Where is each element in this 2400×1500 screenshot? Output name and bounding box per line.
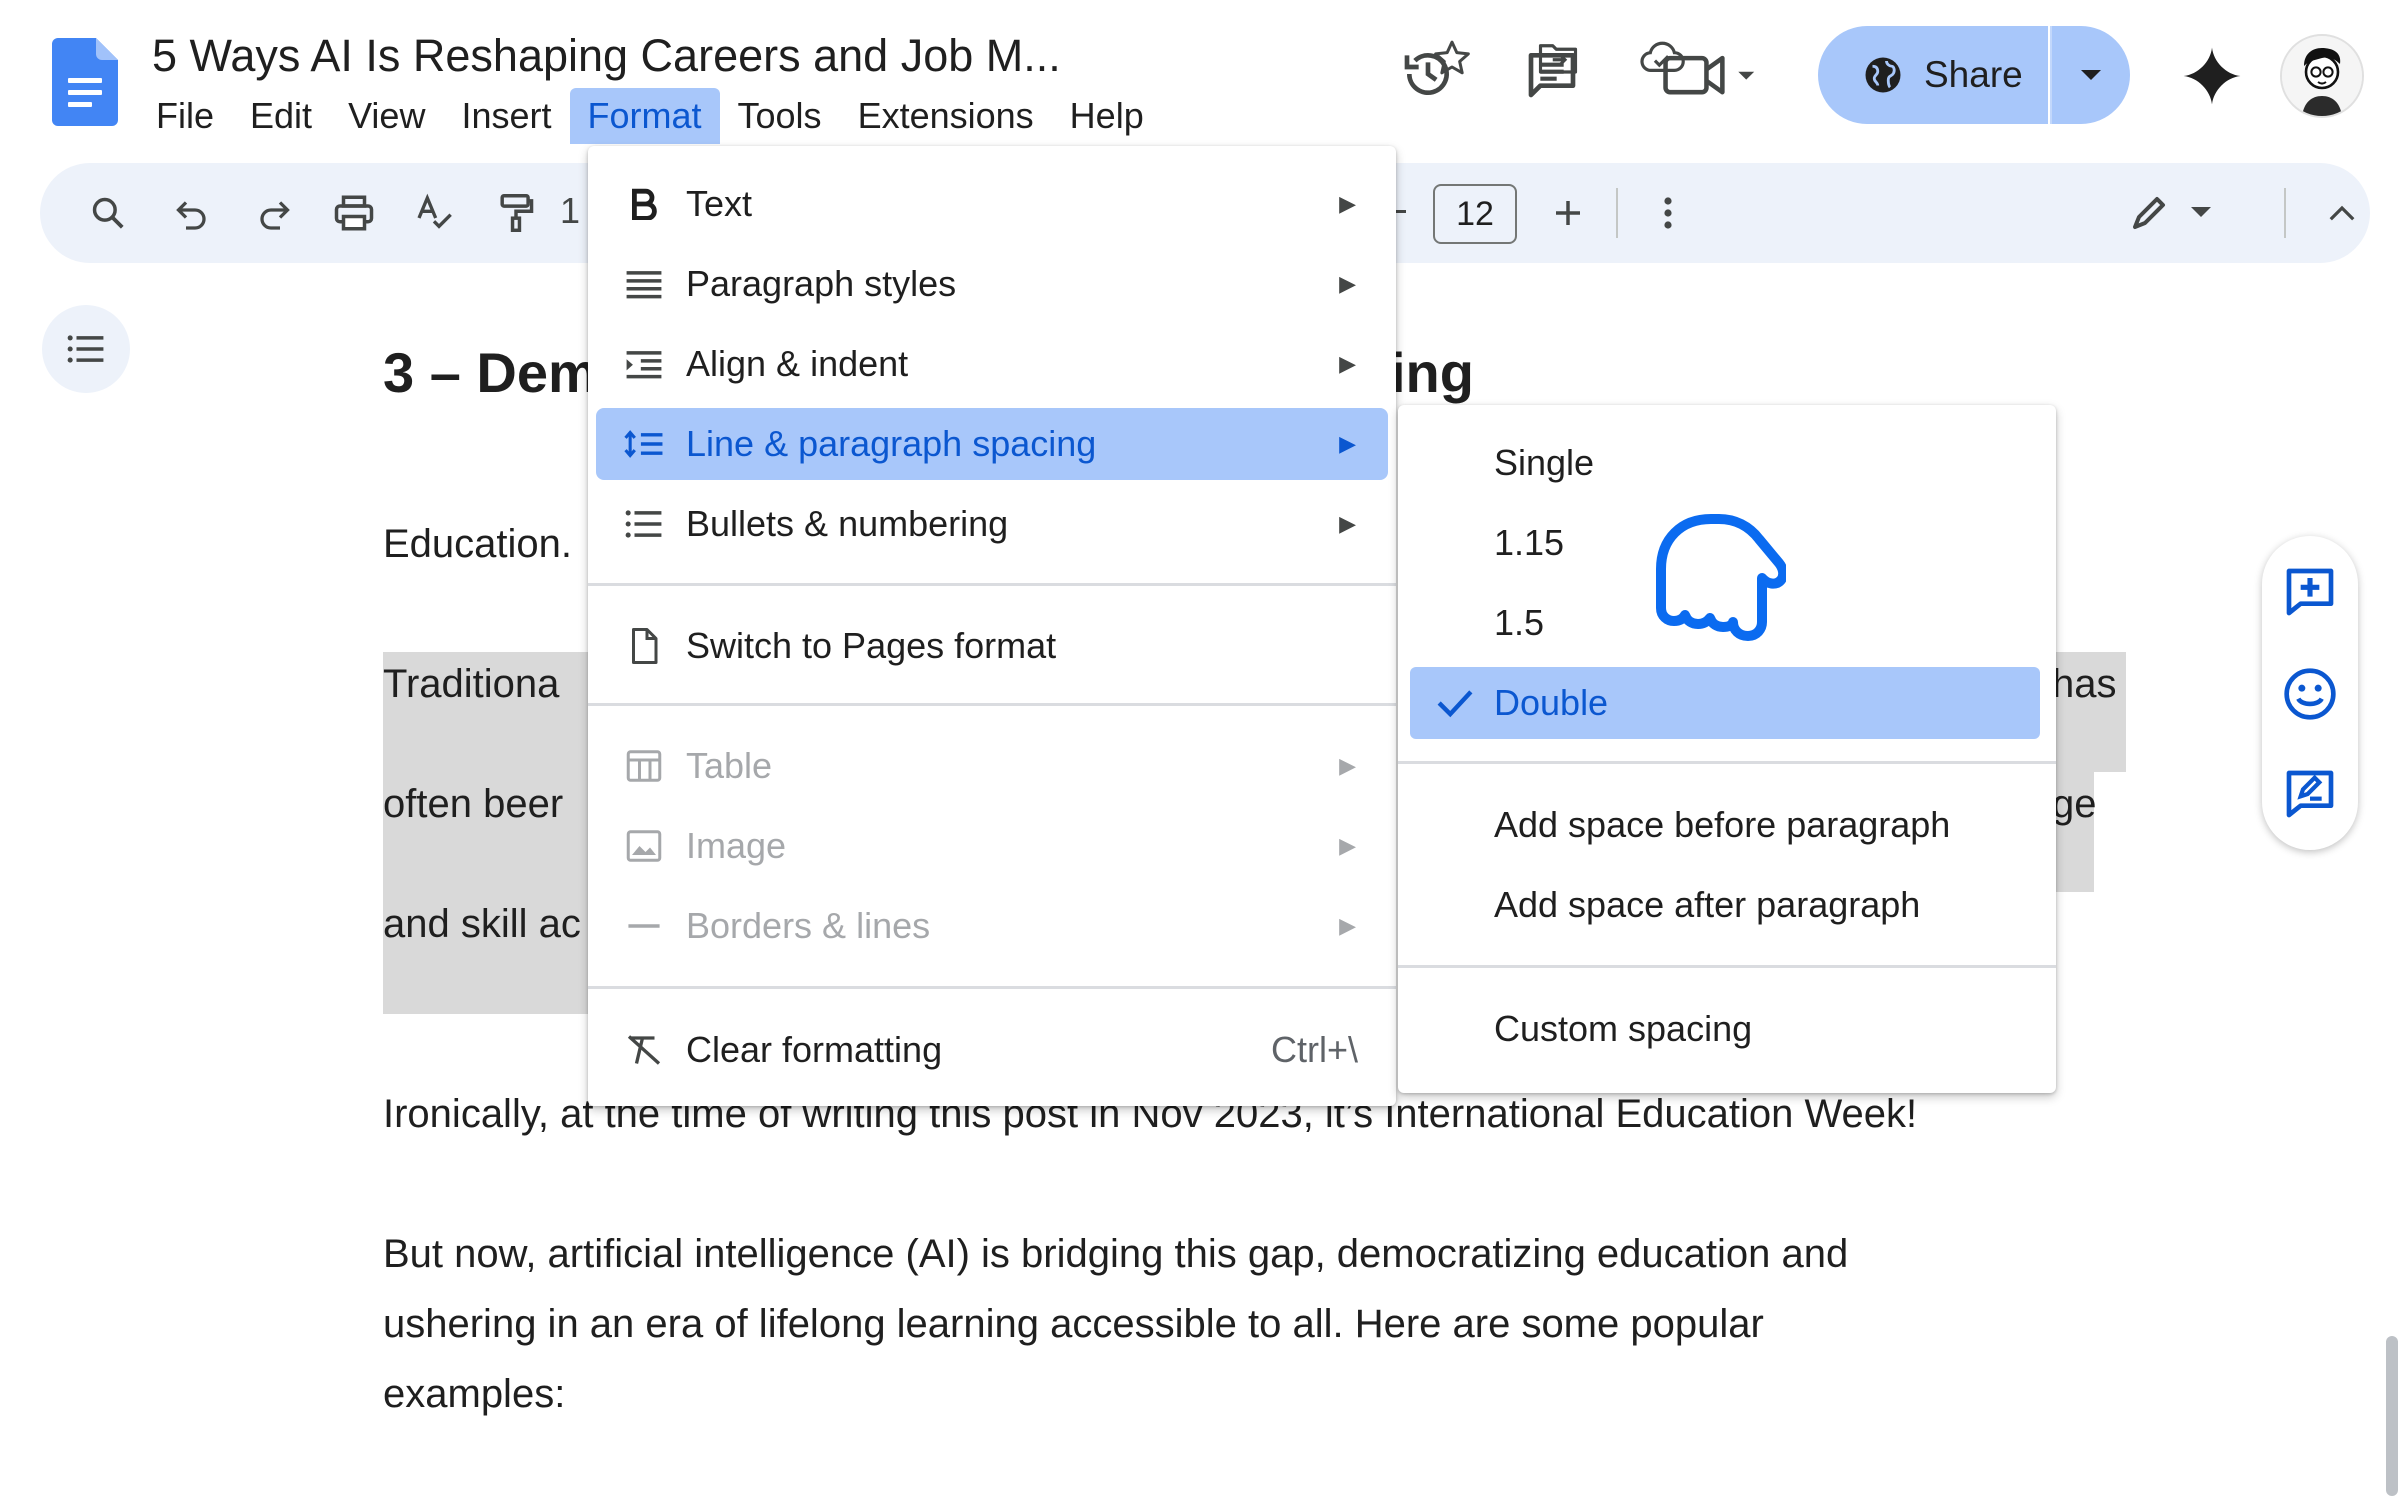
add-space-after[interactable]: Add space after paragraph — [1398, 869, 2056, 941]
line-spacing-icon — [622, 422, 666, 466]
suggest-edits-icon[interactable] — [2280, 764, 2340, 824]
toolbar-separator — [2284, 188, 2286, 238]
menu-item-line-paragraph-spacing[interactable]: Line & paragraph spacing ▶ — [596, 408, 1388, 480]
menu-tools[interactable]: Tools — [720, 88, 840, 144]
share-options-button[interactable] — [2050, 26, 2130, 124]
submenu-arrow-icon: ▶ — [1339, 271, 1356, 296]
menu-extensions[interactable]: Extensions — [840, 88, 1052, 144]
spacing-double[interactable]: Double — [1410, 667, 2040, 739]
menu-item-switch-pages[interactable]: Switch to Pages format — [588, 610, 1396, 682]
outline-list-icon — [67, 335, 104, 363]
paint-format-icon[interactable] — [484, 181, 548, 245]
highlighted-line-1-end: has — [2052, 662, 2117, 706]
docs-logo-icon[interactable] — [52, 38, 118, 126]
submenu-arrow-icon: ▶ — [1339, 351, 1356, 376]
menu-item-bullets-numbering[interactable]: Bullets & numbering ▶ — [588, 488, 1396, 560]
menu-item-table[interactable]: Table ▶ — [588, 730, 1396, 802]
emoji-reaction-icon[interactable] — [2280, 664, 2340, 724]
image-icon — [622, 824, 666, 868]
font-size-input[interactable]: 12 — [1433, 184, 1517, 244]
undo-icon[interactable] — [160, 181, 224, 245]
submenu-divider — [1398, 761, 2056, 764]
add-space-before[interactable]: Add space before paragraph — [1398, 789, 2056, 861]
toolbar-partial-zoom[interactable]: 1 — [560, 190, 580, 232]
meet-camera-icon[interactable] — [1656, 38, 1766, 110]
menu-help[interactable]: Help — [1052, 88, 1162, 144]
paragraph-education: Education. — [383, 522, 573, 566]
editing-mode-icon[interactable] — [2124, 181, 2234, 245]
document-outline-button[interactable] — [42, 305, 130, 393]
menu-divider — [588, 703, 1396, 706]
menu-item-clear-formatting[interactable]: Clear formatting Ctrl+\ — [588, 1014, 1396, 1086]
share-label: Share — [1924, 54, 2023, 95]
add-comment-icon[interactable] — [2280, 562, 2340, 622]
menu-bar: File Edit View Insert Format Tools Exten… — [138, 88, 1162, 144]
submenu-arrow-icon: ▶ — [1339, 431, 1356, 456]
submenu-arrow-icon: ▶ — [1339, 511, 1356, 536]
table-icon — [622, 744, 666, 788]
paragraph-but-line-1: But now, artificial intelligence (AI) is… — [383, 1232, 1849, 1276]
submenu-divider — [1398, 965, 2056, 968]
format-menu: Text ▶ Paragraph styles ▶ Align & indent… — [588, 146, 1396, 1106]
print-icon[interactable] — [322, 181, 386, 245]
menu-format[interactable]: Format — [569, 88, 720, 144]
bullets-icon — [622, 502, 666, 546]
version-history-icon[interactable] — [1392, 38, 1464, 110]
highlighted-line-2: often beer — [383, 782, 564, 826]
indent-icon — [622, 342, 666, 386]
menu-file[interactable]: File — [138, 88, 232, 144]
menu-view[interactable]: View — [330, 88, 443, 144]
account-avatar[interactable] — [2280, 34, 2364, 118]
shortcut-label: Ctrl+\ — [1270, 1029, 1358, 1070]
bold-icon — [622, 182, 666, 226]
menu-divider — [588, 986, 1396, 989]
highlighted-line-3: and skill ac — [383, 902, 581, 946]
caret-down-icon — [2081, 70, 2101, 80]
pointing-hand-cursor-icon — [1652, 498, 1786, 646]
more-options-icon[interactable] — [1636, 181, 1700, 245]
search-icon[interactable] — [76, 181, 140, 245]
menu-item-align-indent[interactable]: Align & indent ▶ — [588, 328, 1396, 400]
share-button[interactable]: Share — [1818, 26, 2048, 124]
highlighted-line-1: Traditiona — [383, 662, 560, 706]
border-line-icon — [622, 904, 666, 948]
menu-item-paragraph-styles[interactable]: Paragraph styles ▶ — [588, 248, 1396, 320]
increase-font-size-icon[interactable] — [1536, 181, 1600, 245]
comments-icon[interactable] — [1516, 38, 1588, 110]
collapse-toolbar-icon[interactable] — [2310, 181, 2374, 245]
paragraph-but-line-2: ushering in an era of lifelong learning … — [383, 1302, 1764, 1346]
checkmark-icon — [1436, 688, 1474, 718]
paragraph-styles-icon — [622, 262, 666, 306]
spellcheck-icon[interactable] — [402, 181, 466, 245]
submenu-arrow-icon: ▶ — [1339, 753, 1356, 778]
menu-item-text[interactable]: Text ▶ — [588, 168, 1396, 240]
custom-spacing[interactable]: Custom spacing — [1398, 993, 2056, 1065]
clear-format-icon — [622, 1028, 666, 1072]
paragraph-but-line-3: examples: — [383, 1372, 566, 1416]
submenu-arrow-icon: ▶ — [1339, 913, 1356, 938]
document-title[interactable]: 5 Ways AI Is Reshaping Careers and Job M… — [152, 30, 1061, 82]
vertical-scrollbar[interactable] — [2386, 1336, 2398, 1496]
submenu-arrow-icon: ▶ — [1339, 191, 1356, 216]
page-icon — [622, 624, 666, 668]
menu-item-image[interactable]: Image ▶ — [588, 810, 1396, 882]
menu-divider — [588, 583, 1396, 586]
submenu-arrow-icon: ▶ — [1339, 833, 1356, 858]
redo-icon[interactable] — [242, 181, 306, 245]
menu-edit[interactable]: Edit — [232, 88, 330, 144]
menu-insert[interactable]: Insert — [443, 88, 569, 144]
toolbar-separator — [1616, 188, 1618, 238]
globe-icon — [1862, 54, 1904, 96]
gemini-sparkle-icon[interactable] — [2176, 40, 2248, 112]
section-heading-end: ing — [1390, 341, 1474, 404]
menu-item-borders-lines[interactable]: Borders & lines ▶ — [588, 890, 1396, 962]
spacing-single[interactable]: Single — [1398, 427, 2056, 499]
highlighted-line-2-end: ge — [2052, 782, 2097, 826]
section-heading: 3 – Dem — [383, 341, 598, 404]
